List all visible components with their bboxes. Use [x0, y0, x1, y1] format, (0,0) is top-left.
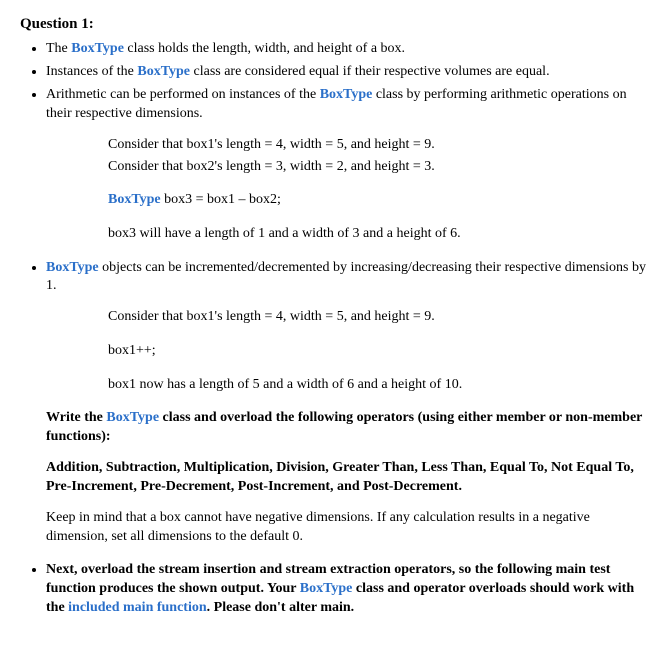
bullet-2-post: class are considered equal if their resp… [190, 64, 550, 79]
bullet-1: The BoxType class holds the length, widt… [46, 40, 654, 59]
code-line: Consider that box1's length = 4, width =… [108, 134, 654, 156]
negative-note: Keep in mind that a box cannot have nega… [46, 509, 654, 547]
bullet-3: Arithmetic can be performed on instances… [46, 86, 654, 245]
code-line: BoxType box3 = box1 – box2; [108, 189, 654, 211]
boxtype-keyword: BoxType [300, 581, 353, 596]
question-bullets: The BoxType class holds the length, widt… [46, 40, 654, 617]
code-block-2: Consider that box1's length = 4, width =… [108, 306, 654, 395]
bullet-1-post: class holds the length, width, and heigh… [124, 41, 405, 56]
bullet-3-pre: Arithmetic can be performed on instances… [46, 87, 320, 102]
bullet-2: Instances of the BoxType class are consi… [46, 63, 654, 82]
bullet-1-pre: The [46, 41, 71, 56]
boxtype-keyword: BoxType [46, 260, 99, 275]
code-text: box3 = box1 – box2; [161, 192, 281, 207]
code-line: Consider that box1's length = 4, width =… [108, 306, 654, 328]
bullet-5: Next, overload the stream insertion and … [46, 561, 654, 618]
write-instruction: Write the BoxType class and overload the… [46, 409, 654, 447]
boxtype-keyword: BoxType [71, 41, 124, 56]
code-line: box3 will have a length of 1 and a width… [108, 223, 654, 245]
boxtype-keyword: BoxType [320, 87, 373, 102]
bullet-4-post: objects can be incremented/decremented b… [46, 260, 646, 294]
included-main-link[interactable]: included main function [68, 600, 206, 615]
boxtype-keyword: BoxType [137, 64, 190, 79]
code-line: box1++; [108, 340, 654, 362]
boxtype-keyword: BoxType [108, 192, 161, 207]
bullet-5-post: . Please don't alter main. [207, 600, 355, 615]
boxtype-keyword: BoxType [106, 410, 159, 425]
code-block-1: Consider that box1's length = 4, width =… [108, 134, 654, 245]
bullet-4: BoxType objects can be incremented/decre… [46, 259, 654, 547]
bullet-2-pre: Instances of the [46, 64, 137, 79]
code-line: Consider that box2's length = 3, width =… [108, 156, 654, 178]
instr-pre: Write the [46, 410, 106, 425]
operators-list: Addition, Subtraction, Multiplication, D… [46, 459, 654, 497]
question-title: Question 1: [20, 14, 654, 34]
code-line: box1 now has a length of 5 and a width o… [108, 374, 654, 396]
